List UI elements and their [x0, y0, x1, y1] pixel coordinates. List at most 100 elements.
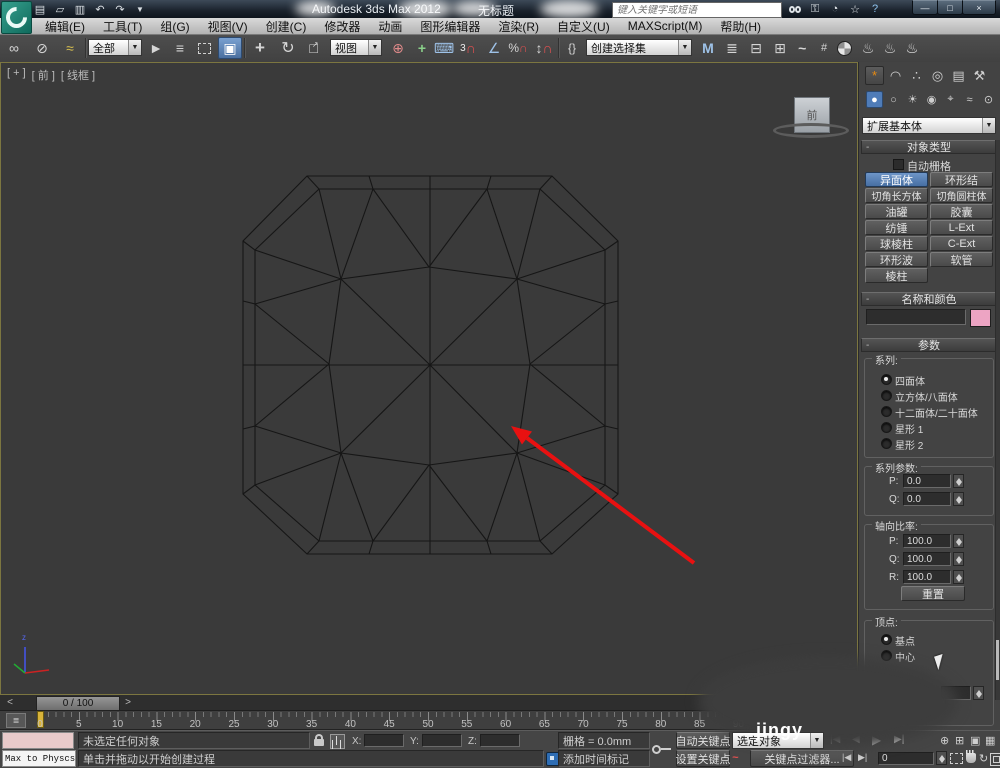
object-button-oiltank[interactable]: 油罐 [865, 204, 928, 219]
object-button-torus-knot[interactable]: 环形结 [930, 172, 993, 187]
rollout-object-type[interactable]: - 对象类型 [861, 140, 997, 154]
subtab-systems[interactable]: ⊙ [980, 91, 997, 108]
menu-edit[interactable]: 编辑(E) [36, 18, 94, 35]
tab-utilities[interactable]: ⚒ [970, 66, 989, 85]
menu-graph-editors[interactable]: 图形编辑器 [411, 18, 489, 35]
tab-hierarchy[interactable]: ∴ [907, 66, 926, 85]
panel-scrollbar[interactable] [995, 140, 1000, 700]
rectangular-region-icon[interactable] [192, 37, 216, 59]
select-object-icon[interactable]: ► [144, 37, 168, 59]
infocenter-search[interactable] [612, 2, 782, 18]
select-and-move-icon[interactable]: + [248, 37, 272, 59]
align-icon[interactable]: ≣ [720, 37, 744, 59]
default-in-out-tangents-icon[interactable]: ~ [732, 752, 738, 764]
zoom-all-icon[interactable]: ⊞ [955, 734, 964, 747]
mini-curve-editor-icon[interactable]: ≣ [6, 713, 26, 728]
menu-help[interactable]: 帮助(H) [711, 18, 770, 35]
subtab-geometry[interactable]: ● [866, 91, 883, 108]
series-radio-tetra[interactable] [881, 374, 892, 385]
snap-toggle-icon[interactable]: 3 ∩ [456, 37, 480, 59]
set-keys-icon[interactable] [652, 744, 672, 754]
rollout-parameters[interactable]: - 参数 [861, 338, 997, 352]
search-icon[interactable] [786, 2, 804, 16]
select-and-manipulate-icon[interactable]: + [410, 37, 434, 59]
vertices-radio-basic[interactable] [881, 634, 892, 645]
rendered-frame-icon[interactable]: ♨ [878, 37, 902, 59]
menu-rendering[interactable]: 渲染(R) [489, 18, 548, 35]
viewport-menu-shading[interactable]: [ 线框 ] [61, 67, 95, 83]
zoom-extents-all-icon[interactable]: ▦ [985, 734, 995, 747]
z-coordinate-field[interactable] [480, 734, 520, 747]
keyboard-override-icon[interactable]: ⌨ [432, 37, 456, 59]
select-by-name-icon[interactable]: ≡ [168, 37, 192, 59]
undo-icon[interactable]: ↶ [92, 2, 108, 16]
angle-snap-icon[interactable]: ∠ [482, 37, 506, 59]
mirror-icon[interactable]: M [696, 37, 720, 59]
axis-q-field[interactable]: 100.0 [903, 552, 951, 566]
p-spinner[interactable] [953, 474, 964, 488]
axis-q-spinner[interactable] [953, 552, 964, 566]
key-filters-button[interactable]: 关键点过滤器... [750, 750, 854, 767]
autogrid-checkbox[interactable] [893, 159, 904, 170]
edit-selection-sets-icon[interactable]: {} [560, 37, 584, 59]
curve-editor-icon[interactable]: ~ [790, 37, 814, 59]
application-menu-logo[interactable] [1, 1, 32, 34]
graphite-ribbon-icon[interactable]: ⊞ [768, 37, 792, 59]
zoom-icon[interactable]: ⊕ [940, 734, 949, 747]
axis-r-spinner[interactable] [953, 570, 964, 584]
q-spinner[interactable] [953, 492, 964, 506]
object-button-capsule[interactable]: 胶囊 [930, 204, 993, 219]
menu-customize[interactable]: 自定义(U) [548, 18, 619, 35]
previous-key-icon[interactable]: |◀ [842, 752, 851, 763]
p-value-field[interactable]: 0.0 [903, 474, 951, 488]
search-input[interactable] [613, 4, 781, 16]
object-name-field[interactable] [866, 309, 966, 325]
menu-views[interactable]: 视图(V) [199, 18, 257, 35]
frame-back-arrow[interactable]: < [2, 695, 18, 710]
close-button[interactable]: × [962, 0, 996, 15]
pan-hand-icon[interactable] [966, 750, 976, 763]
favorites-star-icon[interactable]: ☆ [846, 2, 864, 16]
menu-tools[interactable]: 工具(T) [94, 18, 151, 35]
use-pivot-icon[interactable]: ⊕ [386, 37, 410, 59]
new-file-icon[interactable]: ▤ [32, 2, 48, 16]
object-button-gengon[interactable]: 球棱柱 [865, 236, 928, 251]
bind-to-spacewarp-icon[interactable]: ≈ [58, 37, 82, 59]
render-production-icon[interactable]: ♨ [900, 37, 924, 59]
object-button-cext[interactable]: C-Ext [930, 236, 993, 251]
subtab-spacewarps[interactable]: ≈ [961, 91, 978, 108]
y-coordinate-field[interactable] [422, 734, 462, 747]
absolute-offset-toggle-icon[interactable] [330, 734, 345, 749]
subscription-key-icon[interactable]: ⚿ [806, 2, 824, 16]
help-icon[interactable]: ? [866, 2, 884, 16]
object-button-prism[interactable]: 棱柱 [865, 268, 928, 283]
reset-button[interactable]: 重置 [901, 586, 965, 601]
next-key-icon[interactable]: ▶| [858, 752, 867, 763]
tab-create[interactable]: * [865, 66, 884, 85]
zoom-region-icon[interactable] [950, 753, 963, 764]
object-button-hedra[interactable]: 异面体 [865, 172, 928, 187]
viewport-menu-pov[interactable]: [ 前 ] [32, 67, 55, 83]
object-button-spindle[interactable]: 纺锤 [865, 220, 928, 235]
qat-customize-icon[interactable]: ▼ [132, 2, 148, 16]
subtab-lights[interactable]: ☀ [904, 91, 921, 108]
menu-animation[interactable]: 动画 [369, 18, 411, 35]
selection-lock-icon[interactable] [314, 733, 324, 746]
object-button-ringwave[interactable]: 环形波 [865, 252, 928, 267]
redo-icon[interactable]: ↷ [112, 2, 128, 16]
object-color-swatch[interactable] [970, 309, 991, 327]
menu-group[interactable]: 组(G) [151, 18, 198, 35]
select-and-rotate-icon[interactable]: ↻ [276, 37, 300, 59]
q-value-field[interactable]: 0.0 [903, 492, 951, 506]
frame-spinner[interactable] [936, 751, 947, 765]
viewport-front[interactable]: x y z [ + ] [ 前 ] [ 线框 ] 前 [0, 62, 858, 735]
object-button-hose[interactable]: 软管 [930, 252, 993, 267]
reference-coordinate-dropdown[interactable]: 视图 ▼ [330, 39, 382, 56]
unlink-selection-icon[interactable]: ⊘ [30, 37, 54, 59]
object-button-lext[interactable]: L-Ext [930, 220, 993, 235]
percent-snap-icon[interactable]: % ∩ [506, 37, 530, 59]
time-slider-handle[interactable]: 0 / 100 [36, 696, 120, 711]
named-selection-set-dropdown[interactable]: 创建选择集 ▼ [586, 39, 692, 56]
panel-scrollbar-thumb[interactable] [996, 640, 999, 680]
minimize-button[interactable]: — [912, 0, 938, 15]
